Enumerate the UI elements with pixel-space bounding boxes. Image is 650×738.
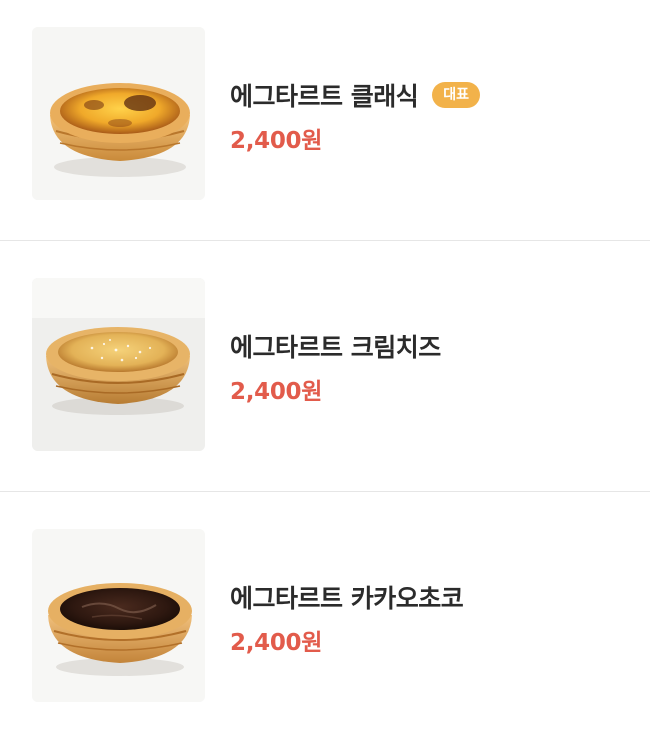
egg-tart-cacao-choco-icon	[32, 529, 205, 702]
signature-badge: 대표	[432, 82, 480, 108]
menu-item-info: 에그타르트 카카오초코 2,400원	[230, 579, 464, 657]
menu-item-name[interactable]: 에그타르트 클래식	[230, 77, 419, 113]
menu-item-info: 에그타르트 크림치즈 2,400원	[230, 330, 441, 406]
divider	[0, 240, 650, 241]
egg-tart-cream-cheese-image[interactable]	[32, 278, 205, 451]
menu-item-name[interactable]: 에그타르트 카카오초코	[230, 579, 464, 615]
egg-tart-classic-image[interactable]	[32, 27, 205, 200]
menu-item-info: 에그타르트 클래식 대표 2,400원	[230, 79, 480, 155]
name-row: 에그타르트 크림치즈	[230, 330, 441, 362]
menu-item-price: 2,400원	[230, 128, 323, 154]
menu-item-price: 2,400원	[230, 630, 323, 656]
egg-tart-cacao-choco-image[interactable]	[32, 529, 205, 702]
name-row: 에그타르트 클래식 대표	[230, 79, 480, 111]
menu-item-name[interactable]: 에그타르트 크림치즈	[230, 328, 441, 364]
egg-tart-cream-cheese-icon	[32, 278, 205, 451]
menu-item-cream-cheese[interactable]: 에그타르트 크림치즈 2,400원	[0, 251, 650, 502]
divider	[0, 491, 650, 492]
menu-item-cacao-choco[interactable]: 에그타르트 카카오초코 2,400원	[0, 502, 650, 738]
name-row: 에그타르트 카카오초코	[230, 579, 464, 615]
menu-list: 에그타르트 클래식 대표 2,400원 에그타르트 크림치즈 2,400원 에그…	[0, 0, 650, 738]
menu-item-price: 2,400원	[230, 379, 323, 405]
egg-tart-classic-icon	[32, 27, 205, 200]
menu-item-classic[interactable]: 에그타르트 클래식 대표 2,400원	[0, 0, 650, 251]
